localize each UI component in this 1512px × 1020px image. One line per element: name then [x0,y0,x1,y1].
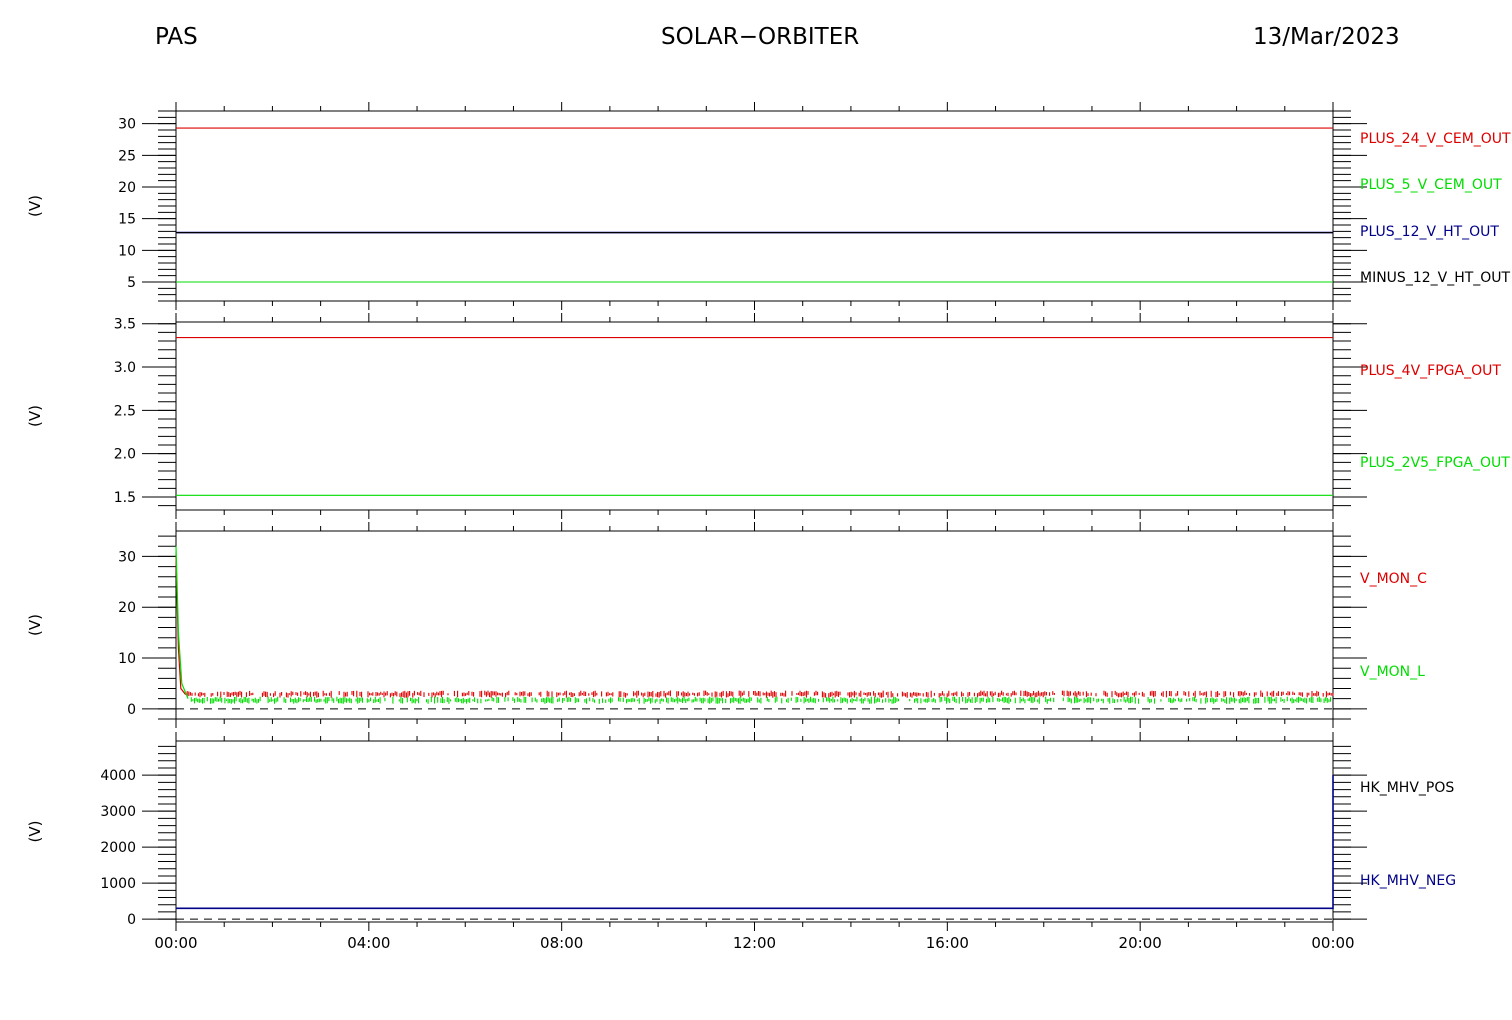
series-hk_mhv_neg [176,775,1334,910]
legend-plus_2v5_fpga_out: PLUS_2V5_FPGA_OUT [1360,455,1510,471]
y-tick-label: 3.5 [114,317,136,333]
y-tick-label: 0 [127,702,136,718]
y-tick-label: 30 [118,549,136,565]
y-axis-label: (V) [26,195,44,217]
x-tick-label: 20:00 [1119,934,1162,952]
x-tick-label: 08:00 [540,934,583,952]
y-tick-label: 20 [118,600,136,616]
y-axis-label: (V) [26,405,44,427]
series-v_mon_l [175,546,189,699]
y-tick-label: 20 [118,180,136,196]
legend-v_mon_c: V_MON_C [1360,571,1427,587]
y-tick-label: 3000 [100,804,136,820]
panel-3-frame [175,530,1334,720]
y-tick-label: 1.5 [114,490,136,506]
y-tick-label: 10 [118,243,136,259]
y-tick-label: 2000 [100,840,136,856]
y-axis-label: (V) [26,614,44,636]
legend-hk_mhv_pos: HK_MHV_POS [1360,780,1454,796]
y-tick-label: 5 [127,275,136,291]
y-tick-label: 2.0 [114,447,136,463]
y-tick-label: 4000 [100,768,136,784]
x-tick-label: 04:00 [347,934,390,952]
y-tick-label: 10 [118,651,136,667]
timeseries-plot: 5 10 15 20 25 30 (V) PLUS_24_V_CEM_OUT PLUS_5_V_… [26,102,1511,952]
y-tick-label: 0 [127,912,136,928]
series-v_mon_c-noise [186,690,1334,698]
panel-2-frame [175,321,1334,511]
panel-1-frame [175,110,1334,302]
x-tick-label: 12:00 [733,934,776,952]
legend-plus_4v_fpga_out: PLUS_4V_FPGA_OUT [1360,363,1501,379]
x-tick-label: 16:00 [926,934,969,952]
legend-plus_24_v_cem_out: PLUS_24_V_CEM_OUT [1360,131,1511,147]
x-tick-label: 00:00 [154,934,197,952]
y-tick-label: 30 [118,117,136,133]
y-tick-label: 1000 [100,876,136,892]
panel-4-frame [175,740,1334,923]
legend-hk_mhv_neg: HK_MHV_NEG [1360,873,1456,889]
legend-minus_12_v_ht_out: MINUS_12_V_HT_OUT [1360,270,1511,286]
y-tick-label: 3.0 [114,360,136,376]
series-v_mon_l-noise [190,696,1332,704]
x-tick-label: 00:00 [1311,934,1354,952]
legend-plus_12_v_ht_out: PLUS_12_V_HT_OUT [1360,224,1499,240]
y-tick-label: 2.5 [114,403,136,419]
y-axis-label: (V) [26,821,44,843]
legend-plus_5_v_cem_out: PLUS_5_V_CEM_OUT [1360,177,1502,193]
legend-v_mon_l: V_MON_L [1360,664,1425,680]
y-tick-label: 15 [118,212,136,228]
y-tick-label: 25 [118,148,136,164]
